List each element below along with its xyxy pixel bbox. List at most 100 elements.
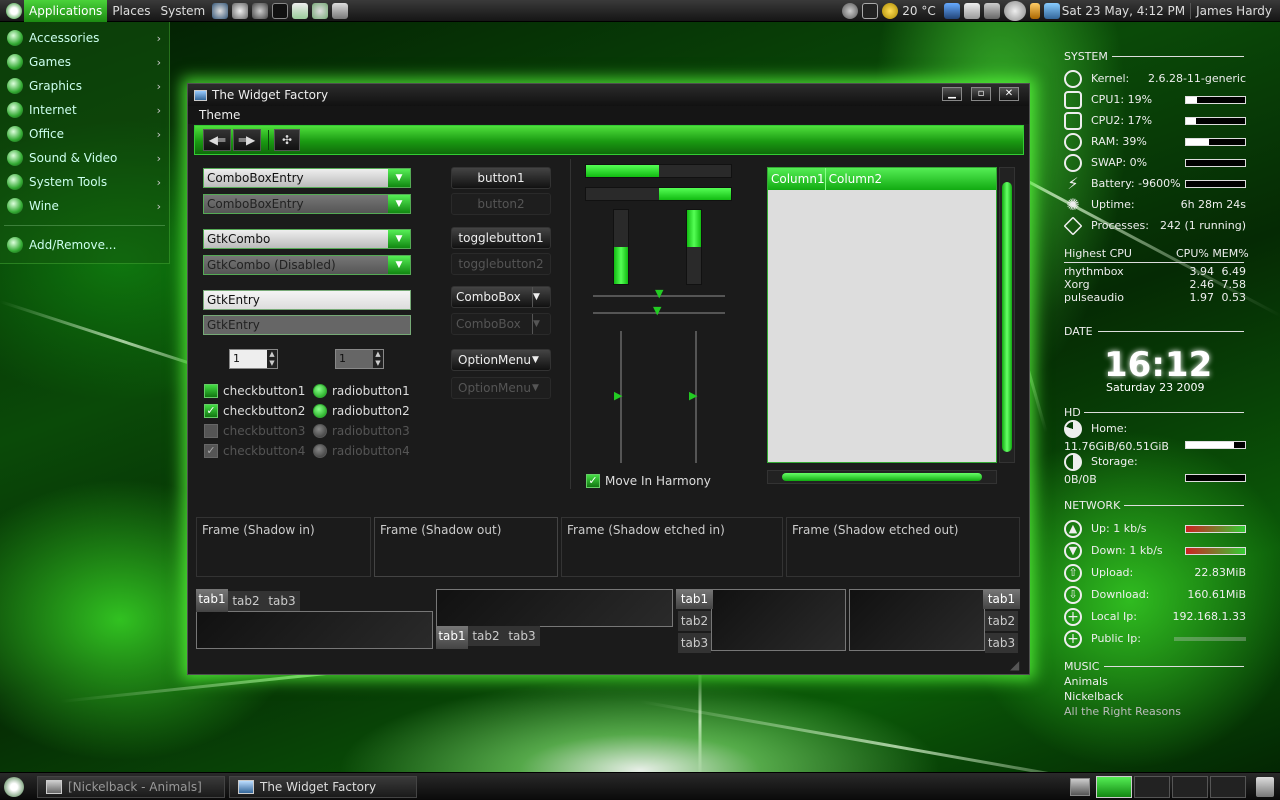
places-menu-button[interactable]: Places bbox=[107, 0, 155, 22]
chevron-down-icon[interactable]: ▼ bbox=[388, 230, 410, 248]
volume-icon[interactable] bbox=[1043, 3, 1060, 19]
notebook-bottom-tab3[interactable]: tab3 bbox=[504, 626, 540, 646]
back-icon[interactable]: ◀═ bbox=[203, 129, 231, 151]
notebook-right-tab2[interactable]: tab2 bbox=[985, 611, 1018, 631]
optionmenu-1[interactable]: OptionMenu ▼ bbox=[451, 349, 551, 371]
chevron-down-icon[interactable]: ▼ bbox=[388, 195, 410, 213]
move-in-harmony-label[interactable]: Move In Harmony bbox=[605, 474, 711, 488]
vertical-scroll-thumb[interactable] bbox=[1002, 182, 1012, 452]
spin-arrows-icon[interactable]: ▲ ▼ bbox=[267, 350, 277, 368]
user-name[interactable]: James Hardy bbox=[1196, 4, 1272, 18]
notebook-top-tab3[interactable]: tab3 bbox=[264, 591, 300, 611]
search-icon[interactable] bbox=[1003, 1, 1026, 21]
ubuntu-foot-icon[interactable] bbox=[6, 2, 22, 19]
notebook-top-tab2[interactable]: tab2 bbox=[228, 591, 264, 611]
gtkcombo[interactable]: GtkCombo ▼ bbox=[203, 229, 411, 249]
radiobutton1-circle[interactable] bbox=[313, 384, 327, 398]
move-in-harmony-checkbox[interactable]: ✓ bbox=[586, 474, 600, 488]
radiobutton2-label[interactable]: radiobutton2 bbox=[332, 404, 410, 418]
menu-theme[interactable]: Theme bbox=[199, 108, 240, 122]
trash-icon[interactable] bbox=[1256, 777, 1274, 797]
gtkentry-2[interactable]: GtkEntry bbox=[203, 315, 411, 335]
properties-gear-icon[interactable]: ✣ bbox=[274, 129, 300, 151]
treeview-vertical-scrollbar[interactable] bbox=[999, 167, 1015, 463]
notebook-left-tab3[interactable]: tab3 bbox=[678, 633, 711, 653]
checkbutton2-label[interactable]: checkbutton2 bbox=[223, 404, 305, 418]
chevron-down-icon[interactable]: ▼ bbox=[388, 169, 410, 187]
maximize-button[interactable]: ▫ bbox=[971, 87, 991, 101]
vscale-1-knob[interactable]: ▶ bbox=[614, 389, 622, 402]
notebook-bottom-tab1[interactable]: tab1 bbox=[436, 626, 468, 649]
treeview-body[interactable]: Column1 Column2 bbox=[767, 167, 997, 463]
menu-item-system-tools[interactable]: System Tools › bbox=[0, 170, 169, 194]
notebook-left-tab2[interactable]: tab2 bbox=[678, 611, 711, 631]
menu-item-wine[interactable]: Wine › bbox=[0, 194, 169, 218]
keyboard-icon[interactable] bbox=[332, 2, 349, 19]
horizontal-scroll-thumb[interactable] bbox=[782, 473, 982, 481]
system-menu-button[interactable]: System bbox=[155, 0, 210, 22]
minimize-button[interactable]: ▁ bbox=[942, 87, 962, 101]
close-button[interactable]: ✕ bbox=[999, 87, 1019, 101]
combobox-1[interactable]: ComboBox ▼ bbox=[451, 286, 551, 308]
applications-menu-button[interactable]: Applications bbox=[24, 0, 108, 22]
notebook-right-tab3[interactable]: tab3 bbox=[985, 633, 1018, 653]
notebook-top-tab1[interactable]: tab1 bbox=[196, 589, 228, 612]
chat-icon[interactable] bbox=[252, 2, 269, 19]
show-desktop-icon[interactable] bbox=[4, 777, 24, 797]
radiobutton1-label[interactable]: radiobutton1 bbox=[332, 384, 410, 398]
spinbutton-1[interactable]: 1 ▲ ▼ bbox=[229, 349, 278, 369]
checkbutton2-box[interactable]: ✓ bbox=[204, 404, 218, 418]
checkbutton1-label[interactable]: checkbutton1 bbox=[223, 384, 305, 398]
chevron-down-icon[interactable]: ▼ bbox=[532, 287, 550, 307]
forward-icon[interactable]: ═▶ bbox=[233, 129, 261, 151]
comboboxentry-2[interactable]: ComboBoxEntry ▼ bbox=[203, 194, 411, 214]
editor-icon[interactable] bbox=[292, 2, 309, 19]
clock-datetime[interactable]: Sat 23 May, 4:12 PM bbox=[1062, 4, 1185, 18]
menu-item-sound-video[interactable]: Sound & Video › bbox=[0, 146, 169, 170]
vscale-2-knob[interactable]: ▶ bbox=[689, 389, 697, 402]
hscale-2-knob[interactable]: ▼ bbox=[653, 304, 661, 317]
taskbar-item-widget-factory[interactable]: The Widget Factory bbox=[229, 776, 417, 798]
clipboard-icon[interactable] bbox=[963, 3, 980, 19]
terminal-icon[interactable] bbox=[272, 2, 289, 19]
menu-item-games[interactable]: Games › bbox=[0, 50, 169, 74]
menu-item-office[interactable]: Office › bbox=[0, 122, 169, 146]
notebook-left-tab1[interactable]: tab1 bbox=[676, 589, 713, 609]
menu-item-graphics[interactable]: Graphics › bbox=[0, 74, 169, 98]
menu-item-internet[interactable]: Internet › bbox=[0, 98, 169, 122]
gimp-icon[interactable] bbox=[232, 2, 249, 19]
checkbutton1-box[interactable] bbox=[204, 384, 218, 398]
notebook-right-tab1[interactable]: tab1 bbox=[983, 589, 1020, 609]
hscale-1-knob[interactable]: ▼ bbox=[655, 287, 663, 300]
update-icon[interactable] bbox=[943, 3, 960, 19]
workspace-switcher-icon[interactable] bbox=[1070, 778, 1090, 796]
button1[interactable]: button1 bbox=[451, 167, 551, 189]
monitor-icon[interactable] bbox=[862, 3, 879, 19]
window-titlebar[interactable]: The Widget Factory ▁ ▫ ✕ bbox=[188, 84, 1029, 106]
gtkentry-1[interactable]: GtkEntry bbox=[203, 290, 411, 310]
resize-grip-icon[interactable]: ◢ bbox=[1010, 658, 1019, 672]
chevron-down-icon[interactable]: ▼ bbox=[532, 350, 550, 370]
workspace-3[interactable] bbox=[1172, 776, 1208, 798]
menu-item-add-remove[interactable]: Add/Remove... bbox=[0, 233, 169, 257]
workspace-4[interactable] bbox=[1210, 776, 1246, 798]
comboboxentry-1[interactable]: ComboBoxEntry ▼ bbox=[203, 168, 411, 188]
column1-header[interactable]: Column1 bbox=[768, 168, 826, 190]
network-icon[interactable] bbox=[983, 3, 1000, 19]
battery-icon[interactable] bbox=[1029, 3, 1040, 19]
togglebutton1[interactable]: togglebutton1 bbox=[451, 227, 551, 249]
menu-item-accessories[interactable]: Accessories › bbox=[0, 26, 169, 50]
workspace-2[interactable] bbox=[1134, 776, 1170, 798]
power-icon[interactable] bbox=[842, 3, 859, 19]
radiobutton2-circle[interactable] bbox=[313, 404, 327, 418]
firefox-icon[interactable] bbox=[212, 2, 229, 19]
taskbar-item-nickelback[interactable]: [Nickelback - Animals] bbox=[37, 776, 225, 798]
treeview-horizontal-scrollbar[interactable] bbox=[767, 470, 997, 484]
weather-temperature[interactable]: 20 °C bbox=[902, 4, 935, 18]
treeview[interactable]: Column1 Column2 bbox=[767, 167, 1018, 484]
workspace-1[interactable] bbox=[1096, 776, 1132, 798]
weather-sun-icon[interactable] bbox=[882, 3, 899, 19]
notebook-bottom-tab2[interactable]: tab2 bbox=[468, 626, 504, 646]
pidgin-icon[interactable] bbox=[312, 2, 329, 19]
column2-header[interactable]: Column2 bbox=[826, 168, 883, 190]
